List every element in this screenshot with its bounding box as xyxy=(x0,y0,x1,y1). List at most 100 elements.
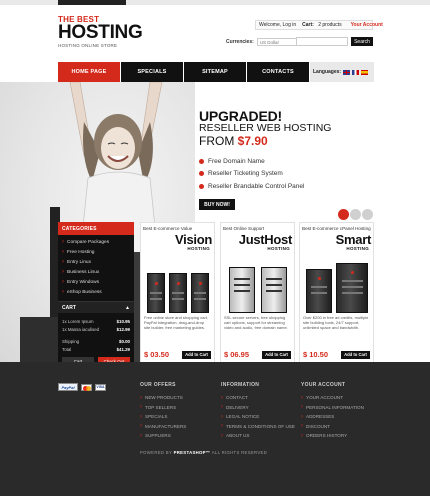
site-logo[interactable]: THE BEST HOSTING HOSTING ONLINE STORE xyxy=(58,15,143,48)
add-to-cart-button[interactable]: Add to Cart xyxy=(341,350,370,359)
footer-link[interactable]: SPECIALS xyxy=(140,412,186,422)
footer-link[interactable]: ORDERS HISTORY xyxy=(301,431,364,441)
cart-summary-link[interactable]: Cart: 2 products xyxy=(299,22,347,28)
product-card[interactable]: Best E-commerce cPanel Hosting Smart HOS… xyxy=(299,222,374,364)
product-price: $ 06.95 xyxy=(224,350,250,359)
price-value: $7.90 xyxy=(237,134,268,148)
top-accent xyxy=(58,0,126,5)
shipping-value: $0.00 xyxy=(119,338,130,344)
product-name[interactable]: Smart xyxy=(300,233,373,246)
product-footer: $ 06.95 Add to Cart xyxy=(224,350,291,359)
feature-text: Reseller Brandable Control Panel xyxy=(208,182,305,190)
category-item[interactable]: Entry Linux xyxy=(62,257,134,267)
footer-link[interactable]: ABOUT US xyxy=(221,431,295,441)
footer-link[interactable]: TOP SELLERS xyxy=(140,403,186,413)
powered-by: POWERED BY PRESTASHOP™ ALL RIGHTS RESERV… xyxy=(140,450,267,455)
server-tower-icon xyxy=(169,273,187,313)
nav-home[interactable]: HOME PAGE xyxy=(58,62,120,82)
total-label: Total xyxy=(62,346,72,352)
footer-information: INFORMATION CONTACT DELIVERY LEGAL NOTIC… xyxy=(221,382,295,441)
feature-item: Free Domain Name xyxy=(199,155,304,168)
slider-dot[interactable] xyxy=(350,209,361,220)
cart-item-price: $12.99 xyxy=(116,326,130,332)
your-account-link[interactable]: Your Account xyxy=(348,22,386,28)
main-nav: HOME PAGE SPECIALS SITEMAP CONTACTS xyxy=(58,62,310,82)
add-to-cart-button[interactable]: Add to Cart xyxy=(262,350,291,359)
nav-specials[interactable]: SPECIALS xyxy=(121,62,183,82)
footer-account-title: YOUR ACCOUNT xyxy=(301,382,346,388)
footer-link[interactable]: SUPPLIERS xyxy=(140,431,186,441)
powered-suffix: ALL RIGHTS RESERVED xyxy=(211,450,268,455)
languages-label: Languages: xyxy=(313,69,342,75)
server-tower-icon xyxy=(147,273,165,313)
account-bar: Welcome, Log in Cart: 2 products Your Ac… xyxy=(255,20,383,30)
welcome-login-link[interactable]: Welcome, Log in xyxy=(256,22,299,28)
powered-prefix: POWERED BY xyxy=(140,450,173,455)
visa-icon: VISA xyxy=(95,383,106,391)
cart-item-name[interactable]: 1x Massa iaculised xyxy=(62,327,99,332)
footer-link[interactable]: TERMS & CONDITIONS OF USE xyxy=(221,422,295,432)
cart-label: Cart: xyxy=(302,22,314,28)
footer-link[interactable]: MANUFACTURERS xyxy=(140,422,186,432)
total-value: $41.29 xyxy=(116,346,130,352)
slider-dot[interactable] xyxy=(362,209,373,220)
slider-dot[interactable] xyxy=(338,209,349,220)
mastercard-icon xyxy=(81,383,92,391)
logo-line-2: HOSTING xyxy=(58,22,143,43)
footer-link[interactable]: NEW PRODUCTS xyxy=(140,393,186,403)
cart-heading[interactable]: CART ▲ xyxy=(58,301,134,313)
footer-offers-title: OUR OFFERS xyxy=(140,382,176,388)
product-card[interactable]: Best Online Support JustHost HOSTING SSL… xyxy=(220,222,295,364)
product-footer: $ 03.50 Add to Cart xyxy=(144,350,211,359)
product-image[interactable] xyxy=(304,253,369,313)
footer-link[interactable]: CONTACT xyxy=(221,393,295,403)
nav-sitemap[interactable]: SITEMAP xyxy=(184,62,246,82)
sidebar: CATEGORIES Compare Packages Free Hosting… xyxy=(58,222,134,365)
footer-link[interactable]: PERSONAL INFORMATION xyxy=(301,403,364,413)
footer-link[interactable]: LEGAL NOTICE xyxy=(221,412,295,422)
category-item[interactable]: Business Linux xyxy=(62,267,134,277)
footer-link[interactable]: ADDRESSES xyxy=(301,412,364,422)
bullet-icon xyxy=(199,158,204,164)
site-footer: PayPal VISA OUR OFFERS NEW PRODUCTS TOP … xyxy=(0,362,430,496)
footer-information-title: INFORMATION xyxy=(221,382,260,388)
product-card[interactable]: Best E-commerce Value Vision HOSTING Fre… xyxy=(140,222,215,364)
product-name[interactable]: JustHost xyxy=(221,233,294,246)
search-input[interactable] xyxy=(296,37,348,46)
product-image[interactable] xyxy=(145,253,210,313)
buy-now-button[interactable]: BUY NOW! xyxy=(199,199,235,210)
footer-account: YOUR ACCOUNT YOUR ACCOUNT PERSONAL INFOR… xyxy=(301,382,364,441)
cart-item-name[interactable]: 1x Lorem Ipsum xyxy=(62,319,93,324)
server-tower-icon xyxy=(191,273,209,313)
category-item[interactable]: Free Hosting xyxy=(62,247,134,257)
cart-title: CART xyxy=(62,304,76,311)
cart-item: 1x Lorem Ipsum $10.95 xyxy=(58,317,134,325)
cart-count: 2 products xyxy=(318,22,342,28)
hero-price: FROM $7.90 xyxy=(199,134,268,148)
feature-text: Free Domain Name xyxy=(208,157,265,165)
prestashop-link[interactable]: PRESTASHOP™ xyxy=(174,450,211,455)
cart-item-price: $10.95 xyxy=(116,318,130,324)
footer-offers: OUR OFFERS NEW PRODUCTS TOP SELLERS SPEC… xyxy=(140,382,186,441)
category-item[interactable]: Compare Packages xyxy=(62,237,134,247)
search-button[interactable]: Search xyxy=(351,37,373,46)
language-selector: Languages: xyxy=(310,62,374,82)
flag-en-icon[interactable] xyxy=(343,69,351,75)
product-image[interactable] xyxy=(225,253,290,313)
category-item[interactable]: Entry Windows xyxy=(62,277,134,287)
flag-fr-icon[interactable] xyxy=(352,69,360,75)
add-to-cart-button[interactable]: Add to Cart xyxy=(182,350,211,359)
footer-link[interactable]: DELIVERY xyxy=(221,403,295,413)
collapse-arrow-icon[interactable]: ▲ xyxy=(125,305,130,311)
category-item[interactable]: eShop Business xyxy=(62,287,134,297)
product-name[interactable]: Vision xyxy=(141,233,214,246)
feature-item: Reseller Ticketing System xyxy=(199,168,304,181)
nav-contacts[interactable]: CONTACTS xyxy=(247,62,309,82)
paypal-icon: PayPal xyxy=(58,383,78,391)
payment-methods: PayPal VISA xyxy=(58,383,106,391)
logo-tagline: HOSTING ONLINE STORE xyxy=(58,43,118,48)
server-tower-icon xyxy=(261,267,287,313)
footer-link[interactable]: YOUR ACCOUNT xyxy=(301,393,364,403)
flag-es-icon[interactable] xyxy=(361,69,369,75)
footer-link[interactable]: DISCOUNT xyxy=(301,422,364,432)
